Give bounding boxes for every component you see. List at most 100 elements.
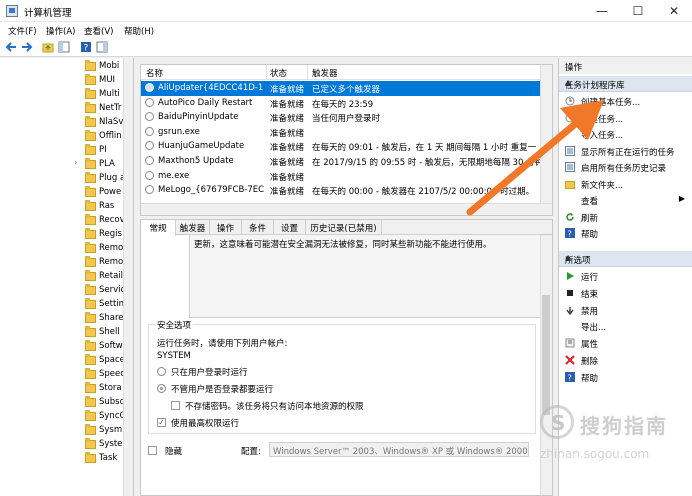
tree-item[interactable]: Servic [0,284,125,298]
action-view[interactable]: 查看 ▶ [559,192,692,209]
tree-item[interactable]: Subsc [0,396,124,410]
folder-up-icon[interactable] [42,41,54,53]
action-enable-all-history[interactable]: 启用所有任务历史记录 [559,159,692,176]
maximize-button[interactable]: ☐ [620,0,656,22]
checkbox-highest-privileges[interactable]: ✓ [157,418,166,427]
task-row[interactable]: AliUpdater{4EDCC41D-1... 准备就绪 已定义多个触发器 [141,81,541,96]
tree-item[interactable]: MUI [0,74,124,88]
section-task-library[interactable]: 任务计划程序库 ▲ [559,76,692,92]
action-create-task[interactable]: 创建任务... [559,110,692,127]
tree-item-label: SyncC [99,411,126,421]
tree-item[interactable]: Offlin [0,130,124,144]
tree-item[interactable]: Powe [0,186,124,200]
menu-help[interactable]: 帮助(H) [124,25,154,37]
tree-item-label: Ras [99,201,115,211]
expand-icon[interactable]: › [74,158,77,167]
menu-file[interactable]: 文件(F) [8,25,37,37]
column-trigger[interactable]: 触发器 [312,67,338,79]
action-disable[interactable]: 禁用 [559,302,692,319]
svg-text:?: ? [568,230,572,239]
action-label: 导出... [581,323,607,334]
tab-settings[interactable]: 设置 [274,220,306,235]
tree-item[interactable]: Remo [0,242,124,256]
menu-view[interactable]: 查看(V) [84,25,113,37]
task-row[interactable]: HuanjuGameUpdate 准备就绪 在每天的 09:01 - 触发后，在 1… [141,139,541,154]
tree-item[interactable]: Retail [0,270,124,284]
tree-item[interactable]: Softw [0,340,124,354]
column-status[interactable]: 状态 [270,67,287,79]
tree-item[interactable]: Sysm [0,424,124,438]
action-export[interactable]: 导出... [559,318,692,335]
menu-action[interactable]: 操作(A) [46,25,75,37]
close-button[interactable]: ✕ [656,0,692,22]
action-show-running-tasks[interactable]: 显示所有正在运行的任务 [559,143,692,160]
radio-whether-logged-on[interactable] [157,384,166,393]
task-list-hscrollbar[interactable] [141,203,552,215]
tree-item[interactable]: Settin [0,298,124,312]
tree-item[interactable]: Plug a [0,172,125,186]
task-row[interactable]: BaiduPinyinUpdate 准备就绪 当任何用户登录时 [141,110,541,125]
tab-triggers[interactable]: 触发器 [176,220,210,235]
column-name[interactable]: 名称 [146,67,163,79]
tree-item[interactable]: Mobi [0,60,124,74]
action-import-task[interactable]: 导入任务... [559,126,692,143]
tree-item[interactable]: Shell [0,326,124,340]
task-row[interactable]: gsrun.exe 准备就绪 [141,125,541,140]
action-help[interactable]: ? 帮助 [559,369,692,386]
folder-icon [85,382,96,393]
action-refresh[interactable]: 刷新 [559,209,692,226]
task-row[interactable]: me.exe 准备就绪 [141,169,541,184]
section-selected-item[interactable]: 所选项 ▲ [559,251,692,267]
action-end[interactable]: 结束 [559,285,692,302]
radio-only-logged-on[interactable] [157,367,166,376]
tree-item[interactable]: PI [0,144,124,158]
tree-item[interactable]: NetTr [0,102,124,116]
tree-item[interactable]: Remo [0,256,124,270]
minimize-button[interactable]: — [584,0,620,22]
svg-text:?: ? [568,373,572,382]
folder-icon [85,158,96,169]
tree-item[interactable]: Stora [0,382,124,396]
tree-item[interactable]: Space [0,354,125,368]
tree-scrollbar[interactable] [123,58,133,496]
tab-general[interactable]: 常规 [141,220,176,236]
tree-item[interactable]: Regis [0,228,124,242]
action-run[interactable]: 运行 [559,268,692,285]
tab-actions[interactable]: 操作 [210,220,242,235]
task-row[interactable]: Maxthon5 Update 准备就绪在 2017/9/15 的 09:55 时… [141,154,541,169]
forward-icon[interactable] [21,41,33,53]
tree-item[interactable]: Recov [0,214,125,228]
tree-item[interactable]: SyncC [0,410,126,424]
detail-scrollbar[interactable] [540,235,552,495]
tree-item[interactable]: Syste [0,438,124,452]
task-row[interactable]: AutoPico Daily Restart 准备就绪 在每天的 23:59 [141,96,541,111]
back-icon[interactable] [5,41,17,53]
checkbox-do-not-store-password[interactable] [171,401,180,410]
collapse-icon[interactable]: ▲ [565,78,685,87]
help-icon[interactable]: ? [80,41,92,53]
config-select[interactable]: Windows Server™ 2003、Windows® XP 或 Windo… [269,442,529,457]
tab-history[interactable]: 历史记录(已禁用) [306,220,382,235]
tree-item[interactable]: Task [0,452,124,466]
collapse-icon[interactable]: ▲ [565,253,685,262]
action-properties[interactable]: 属性 [559,335,692,352]
checkbox-hidden[interactable] [148,446,157,455]
tree-item[interactable]: NlaSv [0,116,124,130]
tree-item[interactable]: Multi [0,88,124,102]
tree-item[interactable]: Share [0,312,124,326]
action-help[interactable]: ? 帮助 [559,225,692,242]
folder-icon [85,60,96,71]
action-new-folder[interactable]: 新文件夹... [559,176,692,193]
tree-item[interactable]: › PLA [0,158,124,172]
computer-management-icon [6,5,18,17]
action-create-basic-task[interactable]: 创建基本任务... [559,93,692,110]
task-list-vscrollbar[interactable] [540,65,552,215]
tree-item[interactable]: Speec [0,368,125,382]
action-delete[interactable]: 删除 [559,352,692,369]
show-hide-action-pane-icon[interactable] [96,41,108,53]
task-name: MeLogo_{67679FCB-7EC... [158,185,264,196]
show-hide-tree-icon[interactable] [58,41,70,53]
task-row[interactable]: MeLogo_{67679FCB-7EC... 准备就绪 在每天的 00:00 - … [141,183,541,198]
tab-conditions[interactable]: 条件 [242,220,274,235]
tree-item[interactable]: Ras [0,200,124,214]
